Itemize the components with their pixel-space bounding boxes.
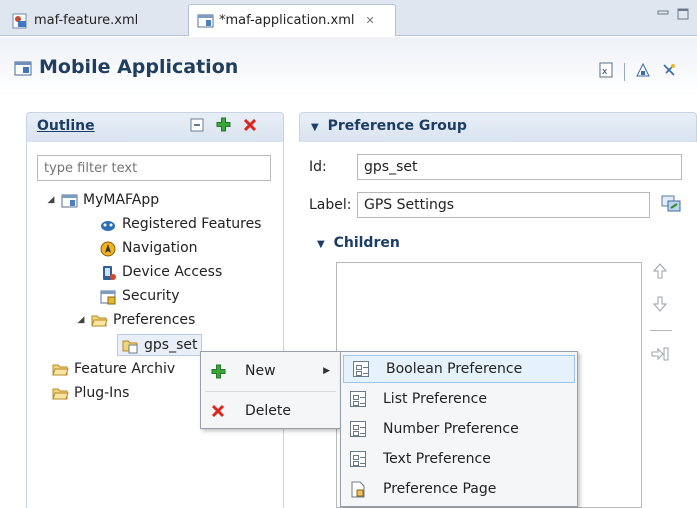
delete-icon[interactable] [243,118,257,136]
children-title-text: Children [333,235,400,251]
tree-item-label: Plug-Ins [74,385,130,401]
submenu-arrow-icon: ▶ [323,366,330,376]
expand-arrow-icon[interactable]: ◢ [46,195,56,205]
tree-item-root[interactable]: ◢ MyMAFApp [46,189,160,211]
menu-separator [205,391,336,392]
context-menu: New ▶ Delete [200,351,341,429]
menu-item-label: Number Preference [383,421,519,437]
deploy-icon[interactable] [635,62,651,82]
filter-input[interactable] [37,155,271,181]
tree-item-label: MyMAFApp [83,192,160,208]
tree-item-label: Navigation [122,240,198,256]
collapse-all-icon[interactable] [190,118,204,136]
label-field[interactable]: GPS Settings [357,192,650,218]
side-divider [650,330,672,331]
tree-item-navigation[interactable]: Navigation [100,237,198,259]
tree-item-label: Device Access [122,264,223,280]
tree-item-gps-set[interactable]: gps_set [117,334,203,356]
number-preference-icon [341,421,375,437]
maximize-icon[interactable] [677,8,689,24]
close-tab-icon[interactable]: ✕ [366,14,375,27]
tree-item-device-access[interactable]: Device Access [100,261,222,283]
features-icon [100,217,117,232]
preference-group-icon [122,338,139,353]
translate-icon[interactable] [661,195,681,217]
preference-page-icon [341,481,375,498]
editor-title-text: Mobile Application [39,56,239,78]
outline-title[interactable]: Outline [37,118,95,134]
tree-item-preferences[interactable]: ◢ Preferences [76,309,196,331]
boolean-preference-icon [344,361,378,377]
navigation-icon [100,241,117,256]
menu-item-text-preference[interactable]: Text Preference [341,445,577,473]
menu-item-label: Preference Page [383,481,497,497]
tab-maf-application[interactable]: *maf-application.xml ✕ [188,4,396,36]
collapse-arrow-icon[interactable]: ▼ [317,239,325,250]
preference-group-title-text: Preference Group [327,118,467,134]
id-field[interactable]: gps_set [357,154,682,180]
security-icon [100,289,117,304]
delete-icon [201,404,235,418]
menu-item-label: Text Preference [383,451,491,467]
menu-item-label: Boolean Preference [386,361,523,377]
help-icon[interactable] [661,62,677,82]
expand-arrow-icon[interactable]: ◢ [76,315,86,325]
tab-label: maf-feature.xml [34,12,139,28]
tree-item-label: Feature Archiv [74,361,176,377]
application-icon [61,193,78,208]
menu-item-delete[interactable]: Delete [201,395,340,427]
device-icon [100,265,117,280]
tree-item-feature-archives[interactable]: Feature Archiv [52,358,175,380]
page-title: Mobile Application [14,56,238,78]
menu-item-label: New [245,363,276,379]
tree-item-label: Security [122,288,180,304]
tree-item-label: Preferences [113,312,196,328]
minimize-icon[interactable] [657,8,669,24]
folder-open-icon [52,362,69,377]
menu-item-boolean-preference[interactable]: Boolean Preference [343,355,575,383]
folder-open-icon [91,313,108,328]
new-submenu: Boolean Preference List Preference Numbe… [340,351,578,507]
text-preference-icon [341,451,375,467]
svg-text:x: x [602,67,608,77]
collapse-arrow-icon[interactable]: ▼ [311,122,319,133]
application-icon [14,60,32,75]
folder-open-icon [52,386,69,401]
xml-feature-file-icon [12,13,29,28]
tab-label: *maf-application.xml [219,13,355,28]
application-file-icon [197,13,214,28]
label-label: Label: [309,197,352,213]
list-preference-icon [341,391,375,407]
tree-item-plug-ins[interactable]: Plug-Ins [52,382,129,404]
menu-item-label: List Preference [383,391,487,407]
tree-item-security[interactable]: Security [100,285,180,307]
children-title[interactable]: ▼ Children [317,235,400,251]
tab-maf-feature[interactable]: maf-feature.xml [4,4,182,36]
menu-item-new[interactable]: New ▶ [201,355,340,387]
xml-source-icon[interactable]: x [598,62,614,82]
move-up-icon[interactable] [651,263,669,283]
menu-item-list-preference[interactable]: List Preference [341,385,577,413]
outline-toolbar [190,117,257,136]
add-icon[interactable] [216,117,231,136]
menu-item-number-preference[interactable]: Number Preference [341,415,577,443]
move-down-icon[interactable] [651,296,669,316]
insert-child-icon[interactable] [651,346,669,366]
menu-item-preference-page[interactable]: Preference Page [341,475,577,503]
id-label: Id: [309,159,327,175]
add-icon [201,364,235,379]
tree-item-label: Registered Features [122,216,262,232]
tree-item-label: gps_set [144,337,198,353]
toolbar-divider [624,63,625,81]
editor-toolbar: x [598,62,677,82]
tree-item-registered-features[interactable]: Registered Features [100,213,261,235]
preference-group-title[interactable]: ▼ Preference Group [311,118,467,134]
menu-item-label: Delete [245,403,291,419]
